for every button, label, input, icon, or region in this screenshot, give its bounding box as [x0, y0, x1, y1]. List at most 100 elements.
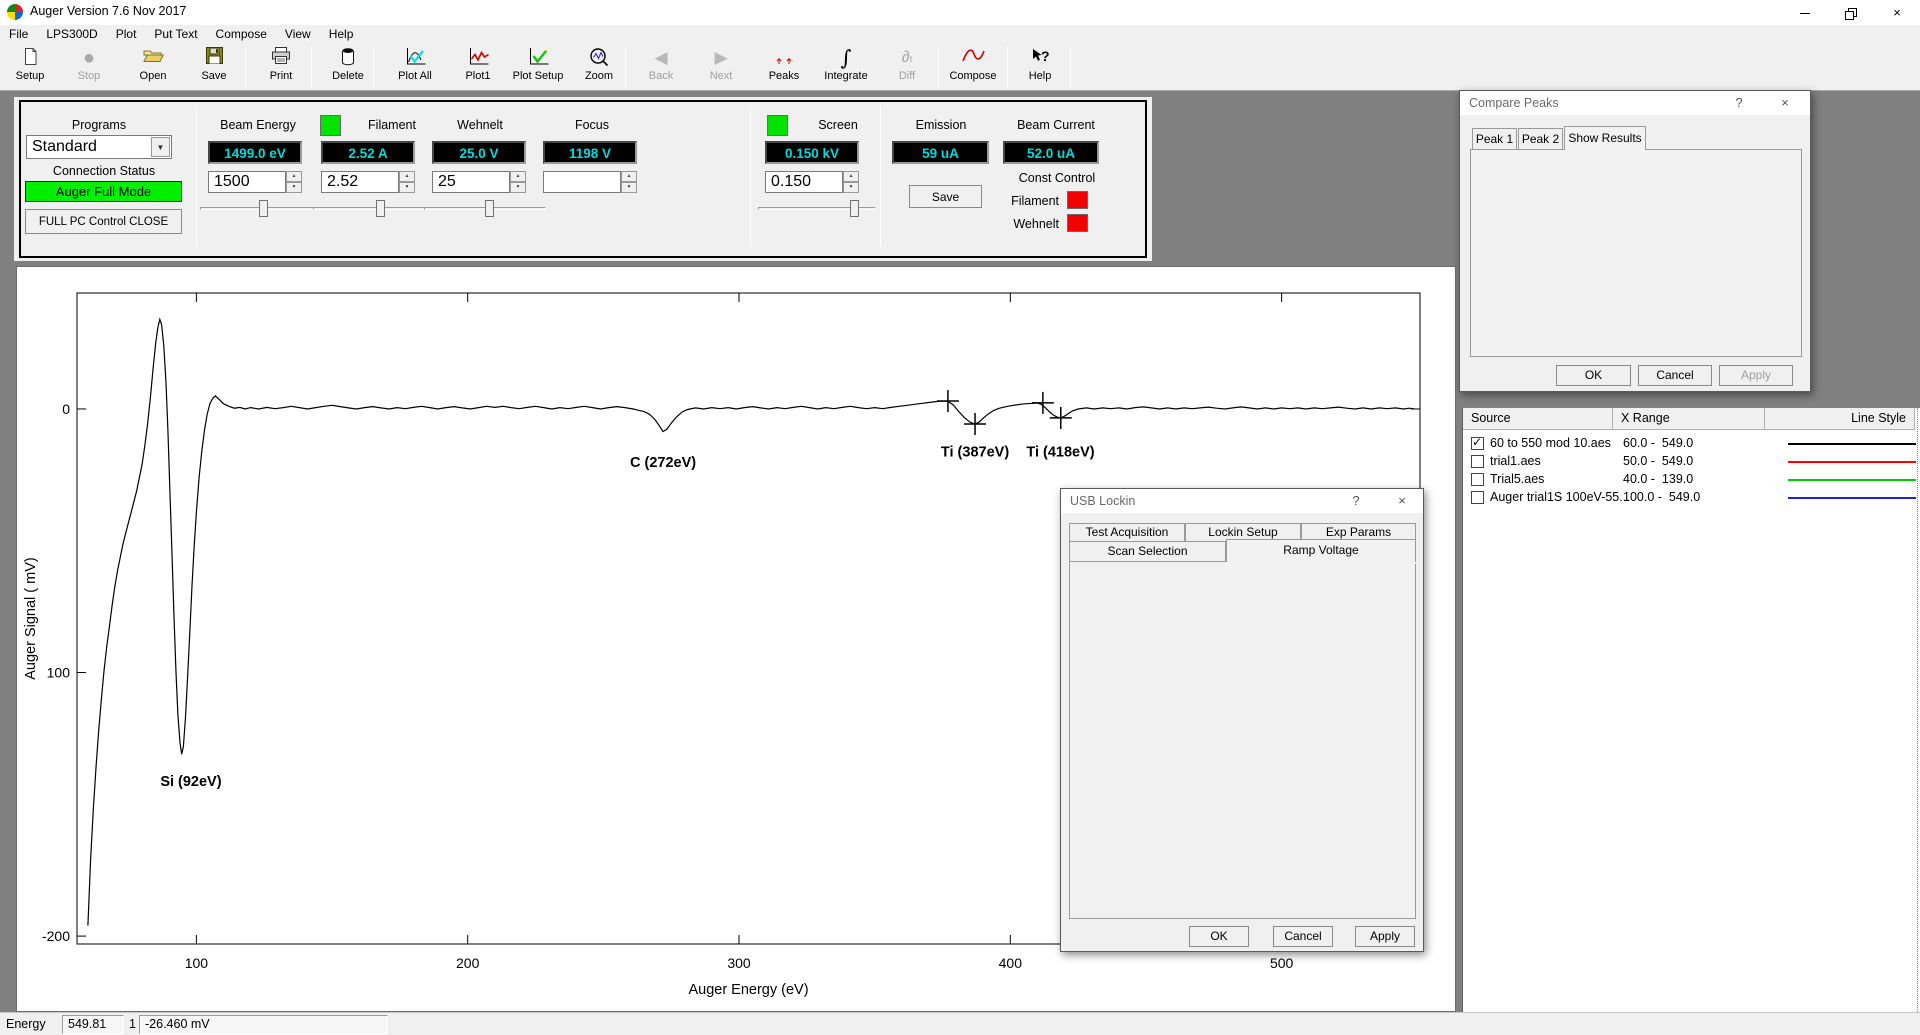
source-column-header[interactable]: Source: [1463, 408, 1613, 430]
close-button[interactable]: ×: [1874, 0, 1920, 25]
screen-spinner[interactable]: ▲▼: [843, 171, 859, 193]
focus-spinner[interactable]: ▲▼: [621, 171, 637, 193]
source-list-panel: Source X Range Line Style ✓ 60 to 550 mo…: [1462, 408, 1920, 1012]
open-button[interactable]: Open: [125, 44, 181, 89]
plot1-button[interactable]: Plot1: [450, 44, 506, 89]
usb-apply-button[interactable]: Apply: [1355, 926, 1415, 947]
usb-lockin-dialog: USB Lockin ? × Test Acquisition Lockin S…: [1060, 488, 1424, 952]
save-button[interactable]: Save: [186, 44, 242, 89]
beam-energy-input-group: ▲▼: [208, 171, 302, 193]
usb-cancel-button[interactable]: Cancel: [1273, 926, 1333, 947]
stop-button[interactable]: ● Stop: [61, 44, 117, 89]
beam-energy-spinner[interactable]: ▲▼: [286, 171, 302, 193]
source-checkbox[interactable]: ✓: [1471, 491, 1484, 504]
menu-compose[interactable]: Compose: [207, 26, 276, 42]
source-checkbox[interactable]: ✓: [1471, 455, 1484, 468]
source-name: trial1.aes: [1490, 454, 1541, 468]
tab-ramp-voltage[interactable]: Ramp Voltage: [1226, 539, 1416, 562]
screen-label: Screen: [790, 118, 886, 132]
svg-text:300: 300: [727, 955, 751, 971]
line-style-column-header[interactable]: Line Style: [1765, 408, 1915, 430]
setup-button[interactable]: Setup: [2, 44, 58, 89]
source-checkbox[interactable]: ✓: [1471, 437, 1484, 450]
filament-input-group: ▲▼: [321, 171, 415, 193]
minimize-button[interactable]: [1782, 0, 1828, 25]
toolbar-separator: [1007, 46, 1008, 88]
const-filament-indicator[interactable]: [1067, 191, 1088, 209]
help-icon[interactable]: ?: [1724, 91, 1754, 115]
wehnelt-spinner[interactable]: ▲▼: [510, 171, 526, 193]
floppy-disk-icon: [186, 44, 242, 70]
delete-button[interactable]: Delete: [320, 44, 376, 89]
screen-slider[interactable]: [758, 199, 876, 217]
const-control-label: Const Control: [1007, 171, 1107, 185]
close-icon[interactable]: ×: [1770, 91, 1800, 115]
usb-ok-button[interactable]: OK: [1189, 926, 1249, 947]
printer-icon: [253, 44, 309, 70]
compare-ok-button[interactable]: OK: [1556, 365, 1631, 386]
diff-button[interactable]: ∂t Diff: [879, 44, 935, 89]
zoom-button[interactable]: Zoom: [571, 44, 627, 89]
help-button[interactable]: ? Help: [1012, 44, 1068, 89]
peaks-button[interactable]: Peaks: [756, 44, 812, 89]
svg-text:Ti (387eV): Ti (387eV): [941, 444, 1009, 460]
source-line-style: [1788, 461, 1916, 463]
wehnelt-slider[interactable]: [424, 199, 546, 217]
save-emission-button[interactable]: Save: [909, 185, 982, 208]
compose-button[interactable]: Compose: [945, 44, 1001, 89]
filament-display: 2.52 A: [321, 141, 415, 164]
wehnelt-input[interactable]: [432, 171, 510, 193]
source-checkbox[interactable]: ✓: [1471, 473, 1484, 486]
beam-energy-input[interactable]: [208, 171, 286, 193]
emission-display: 59 uA: [892, 141, 989, 164]
plot-all-button[interactable]: Plot All: [387, 44, 443, 89]
tab-scan-selection[interactable]: Scan Selection: [1069, 541, 1226, 561]
source-list-item[interactable]: ✓ trial1.aes 50.0 - 549.0: [1463, 454, 1919, 471]
plot-setup-button[interactable]: Plot Setup: [510, 44, 566, 89]
integrate-button[interactable]: ∫ Integrate: [818, 44, 874, 89]
source-list-item[interactable]: ✓ Auger trial1S 100eV-55... 100.0 - 549.…: [1463, 490, 1919, 507]
usb-lockin-title-bar: USB Lockin ? ×: [1061, 489, 1423, 513]
wehnelt-input-group: ▲▼: [432, 171, 526, 193]
filament-input[interactable]: [321, 171, 399, 193]
source-list-item[interactable]: ✓ Trial5.aes 40.0 - 139.0: [1463, 472, 1919, 489]
compare-cancel-button[interactable]: Cancel: [1638, 365, 1712, 386]
beam-current-label: Beam Current: [1004, 118, 1108, 132]
compare-apply-button[interactable]: Apply: [1719, 365, 1793, 386]
x-range-column-header[interactable]: X Range: [1613, 408, 1765, 430]
source-x-range: 60.0 - 549.0: [1623, 436, 1693, 450]
const-wehnelt-indicator[interactable]: [1067, 214, 1088, 232]
menu-file[interactable]: File: [0, 26, 37, 42]
compare-peaks-title: Compare Peaks: [1469, 96, 1559, 110]
next-button[interactable]: ▶ Next: [693, 44, 749, 89]
menu-plot[interactable]: Plot: [107, 26, 146, 42]
help-icon[interactable]: ?: [1341, 489, 1371, 513]
menu-put-text[interactable]: Put Text: [145, 26, 206, 42]
tab-test-acquisition[interactable]: Test Acquisition: [1069, 523, 1185, 541]
help-pointer-icon: ?: [1012, 44, 1068, 70]
plot-check-cyan-icon: [387, 44, 443, 70]
panel-splitter[interactable]: [1917, 408, 1918, 1012]
tab-peak-1[interactable]: Peak 1: [1472, 128, 1517, 149]
focus-input[interactable]: [543, 171, 621, 193]
full-pc-control-close-button[interactable]: FULL PC Control CLOSE: [25, 209, 182, 234]
focus-input-group: ▲▼: [543, 171, 637, 193]
restore-button[interactable]: [1828, 0, 1874, 25]
source-list-item[interactable]: ✓ 60 to 550 mod 10.aes 60.0 - 549.0: [1463, 436, 1919, 453]
tab-show-results[interactable]: Show Results: [1564, 126, 1646, 150]
print-button[interactable]: Print: [253, 44, 309, 89]
tab-peak-2[interactable]: Peak 2: [1518, 128, 1563, 149]
chevron-down-icon[interactable]: ▼: [151, 137, 170, 157]
back-button[interactable]: ◀ Back: [633, 44, 689, 89]
programs-select[interactable]: Standard ▼: [26, 135, 172, 159]
source-line-style: [1788, 479, 1916, 481]
filament-slider[interactable]: [313, 199, 435, 217]
toolbar-separator: [938, 46, 939, 88]
menu-view[interactable]: View: [276, 26, 320, 42]
close-icon[interactable]: ×: [1387, 489, 1417, 513]
filament-spinner[interactable]: ▲▼: [399, 171, 415, 193]
menu-lps300d[interactable]: LPS300D: [37, 26, 106, 42]
menu-help[interactable]: Help: [320, 26, 363, 42]
screen-input[interactable]: [765, 171, 843, 193]
beam-energy-slider[interactable]: [200, 199, 322, 217]
